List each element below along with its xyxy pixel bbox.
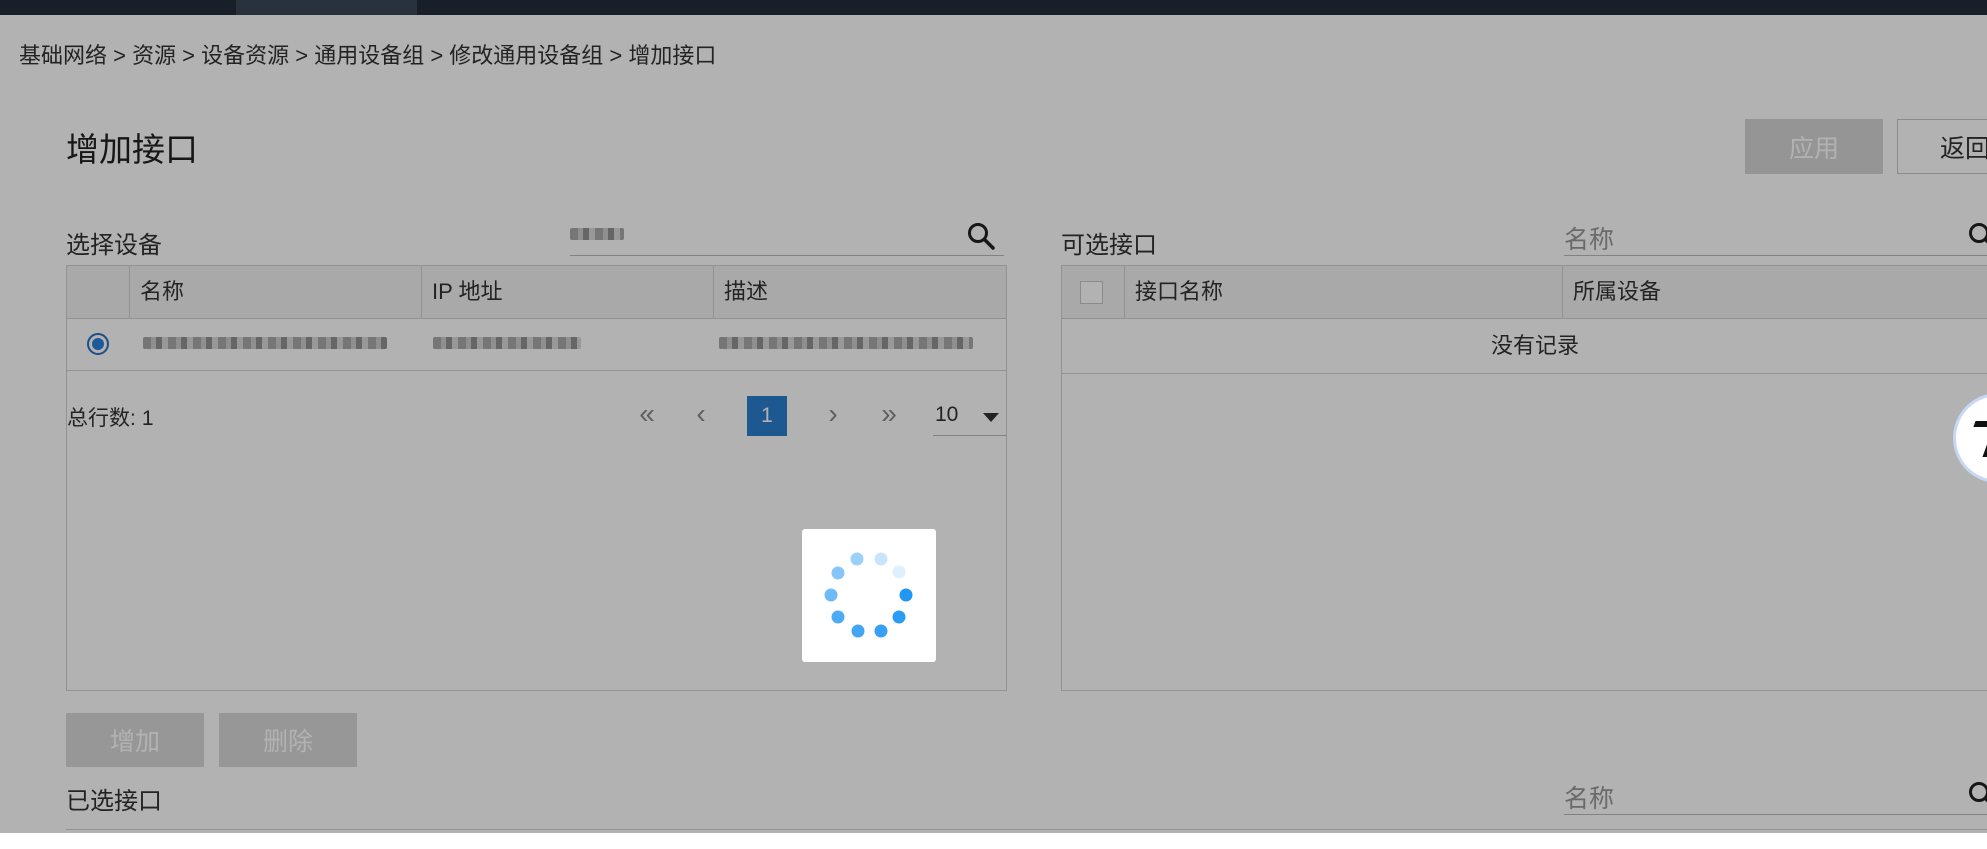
loading-spinner <box>802 529 936 662</box>
loading-overlay <box>0 0 1987 833</box>
loading-spinner-icon <box>802 529 936 662</box>
